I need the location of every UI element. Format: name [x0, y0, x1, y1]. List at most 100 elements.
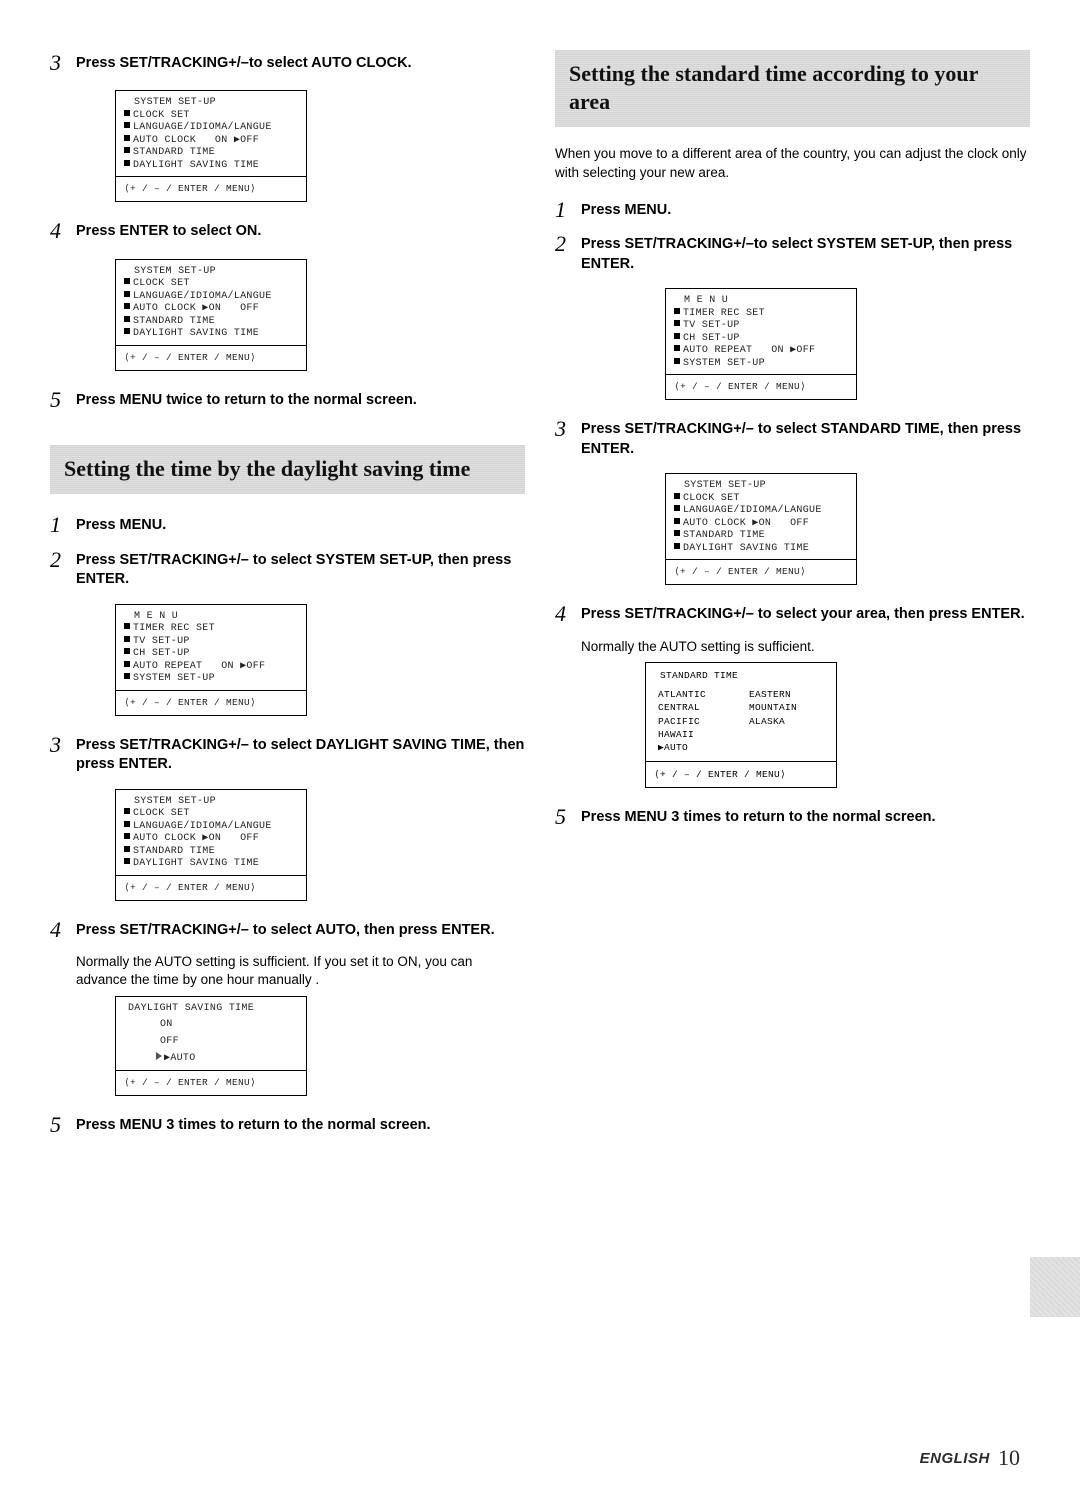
osd-screen: DAYLIGHT SAVING TIME ON OFF ▶AUTO ⟨+ / –…	[115, 996, 307, 1096]
osd-line: LANGUAGE/IDIOMA/LANGUE	[683, 505, 822, 516]
footer-language: ENGLISH	[920, 1450, 990, 1467]
osd-screen: M E N U TIMER REC SET TV SET-UP CH SET-U…	[665, 288, 857, 400]
step-number: 5	[555, 804, 581, 830]
step-text: Press MENU twice to return to the normal…	[76, 387, 417, 411]
osd-line: TV SET-UP	[683, 320, 740, 331]
osd-line: LANGUAGE/IDIOMA/LANGUE	[133, 291, 272, 302]
osd-screen: SYSTEM SET-UP CLOCK SET LANGUAGE/IDIOMA/…	[115, 259, 307, 371]
cursor-icon	[156, 1052, 162, 1060]
osd-line: OFF	[124, 1032, 298, 1049]
osd-line: AUTO REPEAT ON ▶OFF	[683, 345, 815, 356]
osd-nav: ⟨+ / – / ENTER / MENU⟩	[116, 176, 306, 201]
step-text: Press SET/TRACKING+/– to select DAYLIGHT…	[76, 732, 525, 775]
osd-line: DAYLIGHT SAVING TIME	[133, 858, 259, 869]
area-option: EASTERN	[749, 688, 828, 701]
area-option: HAWAII	[658, 728, 737, 741]
section-title: Setting the standard time according to y…	[569, 60, 1016, 115]
osd-nav: ⟨+ / – / ENTER / MENU⟩	[666, 559, 856, 584]
step-text: Press SET/TRACKING+/– to select SYSTEM S…	[76, 547, 525, 590]
step-text: Press SET/TRACKING+/– to select STANDARD…	[581, 416, 1030, 459]
osd-screen-wrap: SYSTEM SET-UP CLOCK SET LANGUAGE/IDIOMA/…	[115, 90, 525, 202]
b-step-2: 2 Press SET/TRACKING+/–to select SYSTEM …	[555, 231, 1030, 274]
step-number: 5	[50, 387, 76, 413]
osd-line: AUTO CLOCK ▶ON OFF	[133, 833, 259, 844]
section-intro: When you move to a different area of the…	[555, 145, 1030, 183]
osd-screen-wrap: SYSTEM SET-UP CLOCK SET LANGUAGE/IDIOMA/…	[665, 473, 1030, 585]
osd-line: STANDARD TIME	[133, 846, 215, 857]
step-number: 3	[555, 416, 581, 442]
section-header-standard-time: Setting the standard time according to y…	[555, 50, 1030, 127]
osd-line: SYSTEM SET-UP	[124, 266, 298, 279]
osd-line: M E N U	[674, 295, 848, 308]
osd-line: LANGUAGE/IDIOMA/LANGUE	[133, 122, 272, 133]
osd-line: SYSTEM SET-UP	[683, 358, 765, 369]
osd-line: TIMER REC SET	[683, 308, 765, 319]
step-number: 1	[50, 512, 76, 538]
osd-line: SYSTEM SET-UP	[674, 480, 848, 493]
osd-line: M E N U	[124, 611, 298, 624]
osd-line: DAYLIGHT SAVING TIME	[683, 543, 809, 554]
osd-nav: ⟨+ / – / ENTER / MENU⟩	[116, 345, 306, 370]
osd-screen: SYSTEM SET-UP CLOCK SET LANGUAGE/IDIOMA/…	[665, 473, 857, 585]
b-step-5: 5 Press MENU 3 times to return to the no…	[555, 804, 1030, 830]
osd-line: DAYLIGHT SAVING TIME	[133, 160, 259, 171]
step-number: 3	[50, 50, 76, 76]
step-number: 2	[555, 231, 581, 257]
section-header-daylight: Setting the time by the daylight saving …	[50, 445, 525, 495]
area-option: CENTRAL	[658, 701, 737, 714]
osd-screen-wrap: DAYLIGHT SAVING TIME ON OFF ▶AUTO ⟨+ / –…	[115, 996, 525, 1096]
step-number: 4	[50, 218, 76, 244]
osd-screen: M E N U TIMER REC SET TV SET-UP CH SET-U…	[115, 604, 307, 716]
osd-line: TIMER REC SET	[133, 623, 215, 634]
osd-line: DAYLIGHT SAVING TIME	[124, 1003, 298, 1016]
step-subtext: Normally the AUTO setting is sufficient.…	[76, 953, 525, 989]
area-options: ATLANTIC CENTRAL PACIFIC HAWAII ▶AUTO EA…	[654, 686, 828, 756]
osd-line: SYSTEM SET-UP	[124, 97, 298, 110]
osd-nav: ⟨+ / – / ENTER / MENU⟩	[666, 374, 856, 399]
area-option: MOUNTAIN	[749, 701, 828, 714]
osd-screen-wrap: STANDARD TIME ATLANTIC CENTRAL PACIFIC H…	[645, 662, 1030, 788]
a-step-5: 5 Press MENU 3 times to return to the no…	[50, 1112, 525, 1138]
osd-line: STANDARD TIME	[683, 530, 765, 541]
step-number: 1	[555, 197, 581, 223]
step-text: Press SET/TRACKING+/–to select AUTO CLOC…	[76, 50, 412, 74]
step-text: Press SET/TRACKING+/– to select your are…	[581, 601, 1025, 625]
section-title: Setting the time by the daylight saving …	[64, 455, 511, 483]
a-step-2: 2 Press SET/TRACKING+/– to select SYSTEM…	[50, 547, 525, 590]
osd-screen-wrap: SYSTEM SET-UP CLOCK SET LANGUAGE/IDIOMA/…	[115, 789, 525, 901]
page-footer: ENGLISH 10	[920, 1445, 1020, 1471]
osd-line: STANDARD TIME	[654, 669, 828, 686]
a-step-1: 1 Press MENU.	[50, 512, 525, 538]
osd-line: CH SET-UP	[683, 333, 740, 344]
osd-line: CLOCK SET	[683, 493, 740, 504]
left-column: 3 Press SET/TRACKING+/–to select AUTO CL…	[50, 50, 525, 1467]
step-number: 3	[50, 732, 76, 758]
left-step-5: 5 Press MENU twice to return to the norm…	[50, 387, 525, 413]
osd-screen-wrap: M E N U TIMER REC SET TV SET-UP CH SET-U…	[115, 604, 525, 716]
a-step-4: 4 Press SET/TRACKING+/– to select AUTO, …	[50, 917, 525, 943]
step-text: Press SET/TRACKING+/– to select AUTO, th…	[76, 917, 495, 941]
osd-nav: ⟨+ / – / ENTER / MENU⟩	[646, 761, 836, 787]
a-step-3: 3 Press SET/TRACKING+/– to select DAYLIG…	[50, 732, 525, 775]
footer-page-number: 10	[998, 1445, 1020, 1470]
osd-line: ▶AUTO	[164, 1053, 196, 1064]
osd-line: AUTO CLOCK ON ▶OFF	[133, 135, 259, 146]
step-text: Press MENU.	[76, 512, 166, 536]
osd-line: SYSTEM SET-UP	[124, 796, 298, 809]
b-step-1: 1 Press MENU.	[555, 197, 1030, 223]
osd-nav: ⟨+ / – / ENTER / MENU⟩	[116, 1070, 306, 1095]
step-text: Press MENU 3 times to return to the norm…	[76, 1112, 431, 1136]
osd-line: CH SET-UP	[133, 648, 190, 659]
step-number: 2	[50, 547, 76, 573]
manual-page: 3 Press SET/TRACKING+/–to select AUTO CL…	[0, 0, 1080, 1507]
area-option: ATLANTIC	[658, 688, 737, 701]
area-option-selected: ▶AUTO	[658, 741, 737, 754]
osd-screen: SYSTEM SET-UP CLOCK SET LANGUAGE/IDIOMA/…	[115, 789, 307, 901]
left-step-4: 4 Press ENTER to select ON.	[50, 218, 525, 244]
step-text: Press ENTER to select ON.	[76, 218, 261, 242]
osd-line: SYSTEM SET-UP	[133, 673, 215, 684]
osd-screen-wrap: M E N U TIMER REC SET TV SET-UP CH SET-U…	[665, 288, 1030, 400]
step-text: Press SET/TRACKING+/–to select SYSTEM SE…	[581, 231, 1030, 274]
b-step-3: 3 Press SET/TRACKING+/– to select STANDA…	[555, 416, 1030, 459]
osd-line: CLOCK SET	[133, 808, 190, 819]
